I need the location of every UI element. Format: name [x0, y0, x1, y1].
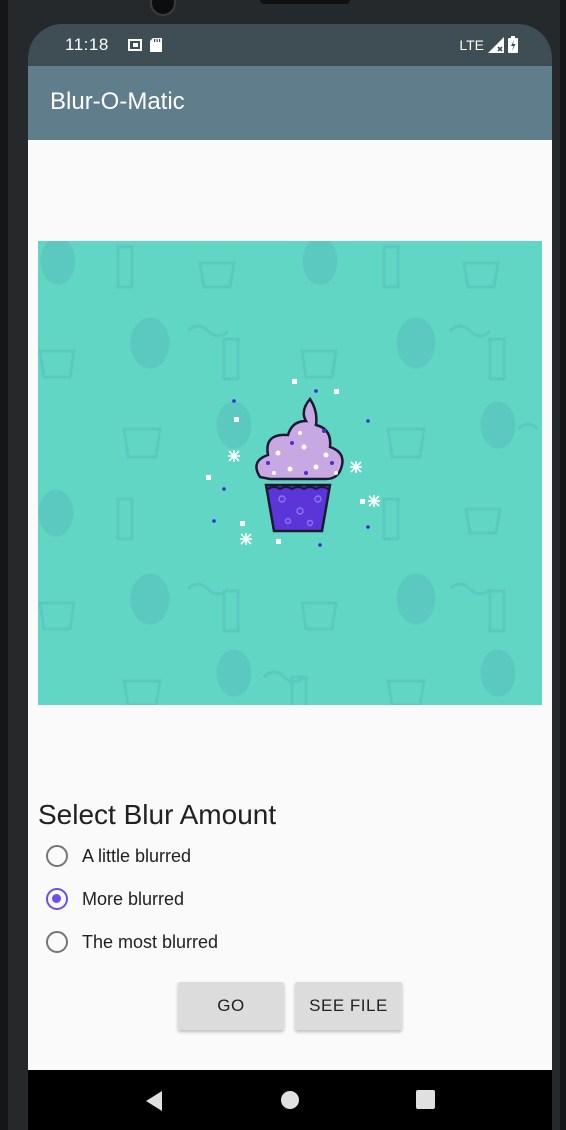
- radio-option-a-little-blurred[interactable]: A little blurred: [46, 840, 191, 872]
- phone-screen: 11:18 LTE Blur-O-Matic Select Blur Amoun…: [28, 24, 552, 1084]
- go-button[interactable]: GO: [178, 982, 284, 1030]
- image-background-pattern: [38, 241, 540, 705]
- status-right: LTE: [459, 36, 518, 53]
- device-speaker: [260, 0, 350, 4]
- main-content: Select Blur Amount A little blurred More…: [28, 140, 552, 1070]
- radio-button-selected[interactable]: [46, 888, 68, 910]
- navigation-bar: [28, 1072, 552, 1130]
- blur-section-title: Select Blur Amount: [38, 799, 277, 830]
- sim-icon: [128, 39, 142, 51]
- radio-button[interactable]: [46, 931, 68, 953]
- radio-label: A little blurred: [82, 845, 192, 866]
- see-file-button[interactable]: SEE FILE: [295, 982, 402, 1030]
- status-left-icons: [128, 38, 162, 52]
- recents-icon[interactable]: [416, 1090, 435, 1109]
- home-icon[interactable]: [280, 1090, 300, 1110]
- device-camera: [150, 0, 176, 16]
- battery-icon: [508, 36, 518, 53]
- device-edge: [0, 0, 8, 1130]
- back-icon[interactable]: [144, 1090, 164, 1112]
- device-frame: 11:18 LTE Blur-O-Matic Select Blur Amoun…: [0, 0, 566, 1130]
- radio-option-the-most-blurred[interactable]: The most blurred: [46, 926, 218, 958]
- status-bar: 11:18 LTE: [28, 24, 552, 66]
- app-title: Blur-O-Matic: [50, 88, 185, 115]
- device-edge: [560, 0, 566, 1130]
- radio-label: More blurred: [82, 888, 185, 909]
- sd-card-icon: [150, 38, 162, 52]
- app-bar: Blur-O-Matic: [28, 66, 552, 140]
- radio-label: The most blurred: [82, 931, 219, 952]
- network-type: LTE: [459, 36, 484, 53]
- signal-icon: [488, 36, 504, 53]
- cupcake-icon: [255, 396, 344, 533]
- radio-button[interactable]: [46, 845, 68, 867]
- cupcake-image: [38, 241, 542, 705]
- radio-option-more-blurred[interactable]: More blurred: [46, 883, 184, 915]
- status-time: 11:18: [65, 35, 109, 54]
